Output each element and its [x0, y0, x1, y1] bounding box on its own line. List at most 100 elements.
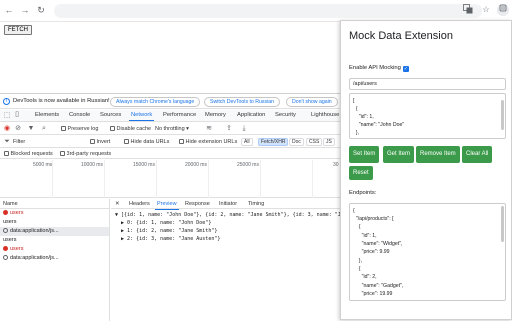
- filter-chip-doc[interactable]: Doc: [289, 138, 304, 146]
- endpoint-line: {: [353, 224, 361, 230]
- document-icon: [3, 227, 8, 233]
- hide-data-urls-checkbox[interactable]: [124, 139, 129, 145]
- enable-mocking-checkbox[interactable]: ✓: [402, 66, 409, 72]
- disable-cache-toggle[interactable]: Disable cache: [110, 126, 151, 132]
- back-icon[interactable]: ←: [4, 5, 14, 15]
- extension-icon[interactable]: [497, 4, 509, 16]
- request-row[interactable]: users: [0, 236, 109, 245]
- preview-line[interactable]: ▼ [{id: 1, name: "John Doe"}, {id: 2, na…: [115, 212, 350, 218]
- tab-memory[interactable]: Memory: [205, 112, 226, 118]
- reload-icon[interactable]: ↻: [36, 5, 46, 15]
- hide-extension-urls-label: Hide extension URLs: [185, 139, 238, 145]
- endpoints-textarea[interactable]: { "/api/products": [ { "id": 1, "name": …: [349, 203, 506, 301]
- star-icon[interactable]: ☆: [480, 4, 492, 16]
- endpoint-line: "/api/products": [: [353, 216, 394, 222]
- import-icon[interactable]: ⇪: [225, 125, 233, 133]
- endpoint-line: "name": "Gadget",: [353, 283, 404, 289]
- request-row[interactable]: users: [0, 218, 109, 227]
- tab-preview[interactable]: Preview: [155, 201, 179, 210]
- inspect-icon[interactable]: ⬚: [3, 112, 11, 120]
- tab-elements[interactable]: Elements: [35, 112, 59, 118]
- dont-show-again-button[interactable]: Don't show again: [286, 97, 338, 107]
- tab-security[interactable]: Security: [275, 112, 296, 118]
- textarea-scrollbar[interactable]: [501, 100, 504, 130]
- clear-icon[interactable]: ⊘: [14, 125, 22, 133]
- request-row[interactable]: users: [0, 245, 109, 254]
- request-row[interactable]: users: [0, 209, 109, 218]
- record-icon[interactable]: ◉: [3, 125, 11, 133]
- match-language-button[interactable]: Always match Chrome's language: [110, 97, 201, 107]
- close-icon[interactable]: ✕: [115, 201, 120, 207]
- fetch-button[interactable]: FETCH: [4, 25, 32, 35]
- set-item-button[interactable]: Set Item: [349, 146, 380, 163]
- preserve-log-label: Preserve log: [67, 126, 99, 132]
- get-item-button[interactable]: Get Item: [383, 146, 415, 163]
- preview-line[interactable]: ▶ 1: {id: 2, name: "Jane Smith"}: [115, 228, 217, 234]
- preview-line[interactable]: ▶ 0: {id: 1, name: "John Doe"}: [115, 220, 211, 226]
- filter-icon[interactable]: ▼: [27, 125, 35, 133]
- request-name: users: [10, 246, 24, 252]
- tab-network[interactable]: Network: [128, 112, 155, 121]
- blocked-requests-checkbox[interactable]: [4, 151, 9, 157]
- endpoint-line: {: [353, 266, 361, 272]
- tab-application[interactable]: Application: [237, 112, 265, 118]
- request-name: data:application/js...: [10, 255, 59, 261]
- switch-russian-button[interactable]: Switch DevTools to Russian: [204, 97, 281, 107]
- request-name: data:application/js...: [10, 228, 59, 234]
- third-party-checkbox[interactable]: [60, 151, 65, 157]
- address-bar[interactable]: [54, 4, 482, 18]
- preserve-log-toggle[interactable]: Preserve log: [61, 126, 98, 132]
- endpoint-line: "price": 19.99: [353, 291, 393, 297]
- document-icon: [3, 254, 8, 260]
- json-line: },: [353, 130, 360, 136]
- reset-button[interactable]: Reset: [349, 166, 373, 180]
- hide-data-urls-toggle[interactable]: Hide data URLs: [124, 139, 169, 145]
- request-row[interactable]: data:application/js...: [0, 254, 109, 263]
- remove-item-button[interactable]: Remove Item: [416, 146, 460, 163]
- network-conditions-icon[interactable]: ≋: [205, 125, 213, 133]
- hide-extension-urls-checkbox[interactable]: [179, 139, 184, 145]
- filter-chip-fetch-xhr[interactable]: Fetch/XHR: [258, 138, 289, 146]
- tab-performance[interactable]: Performance: [163, 112, 196, 118]
- tab-initiator[interactable]: Initiator: [219, 201, 237, 207]
- mock-json-textarea[interactable]: [ { "id": 1, "name": "John Doe" },: [349, 93, 506, 139]
- forward-icon[interactable]: →: [20, 5, 30, 15]
- enable-mocking-label: Enable API Mocking: [349, 65, 401, 71]
- timeline-gridline: [208, 160, 209, 198]
- infobar-message: DevTools is now available in Russian!: [13, 98, 110, 104]
- disable-cache-checkbox[interactable]: [110, 126, 115, 132]
- request-list: Name users users data:application/js... …: [0, 199, 110, 321]
- request-row[interactable]: data:application/js...: [0, 227, 109, 236]
- third-party-toggle[interactable]: 3rd-party requests: [60, 151, 111, 157]
- filter-chip-css[interactable]: CSS: [306, 138, 323, 146]
- json-line: {: [353, 106, 358, 112]
- hide-extension-urls-toggle[interactable]: Hide extension URLs: [179, 139, 237, 145]
- timeline-tick: 5000 ms: [33, 162, 53, 168]
- tab-console[interactable]: Console: [69, 112, 90, 118]
- throttling-select[interactable]: No throttling ▾: [155, 126, 189, 132]
- browser-toolbar: ← → ↻ ☆: [0, 0, 512, 22]
- search-icon[interactable]: ⌕: [40, 125, 48, 133]
- enable-mocking-toggle[interactable]: Enable API Mocking ✓: [349, 65, 409, 72]
- tab-sources[interactable]: Sources: [100, 112, 121, 118]
- preserve-log-checkbox[interactable]: [61, 126, 66, 132]
- translate-icon[interactable]: [462, 4, 474, 16]
- filter-chip-all[interactable]: All: [241, 138, 253, 146]
- preview-line[interactable]: ▶ 2: {id: 3, name: "Jane Austen"}: [115, 236, 220, 242]
- invert-checkbox[interactable]: [90, 139, 95, 145]
- clear-all-button[interactable]: Clear All: [462, 146, 493, 163]
- endpoints-scrollbar[interactable]: [501, 206, 504, 242]
- filter-chip-js[interactable]: JS: [323, 138, 335, 146]
- tab-lighthouse[interactable]: Lighthouse: [311, 112, 339, 118]
- invert-toggle[interactable]: Invert: [90, 139, 110, 145]
- name-column-header[interactable]: Name: [0, 199, 109, 209]
- export-icon[interactable]: ⤓: [240, 125, 248, 133]
- tab-timing[interactable]: Timing: [248, 201, 264, 207]
- filter-input[interactable]: Filter: [13, 139, 25, 145]
- endpoints-label: Endpoints:: [349, 190, 377, 196]
- endpoint-url-input[interactable]: /api/users: [349, 78, 506, 90]
- blocked-requests-toggle[interactable]: Blocked requests: [4, 151, 53, 157]
- tab-response[interactable]: Response: [185, 201, 210, 207]
- tab-headers[interactable]: Headers: [129, 201, 150, 207]
- device-toolbar-icon[interactable]: ▯: [13, 111, 21, 119]
